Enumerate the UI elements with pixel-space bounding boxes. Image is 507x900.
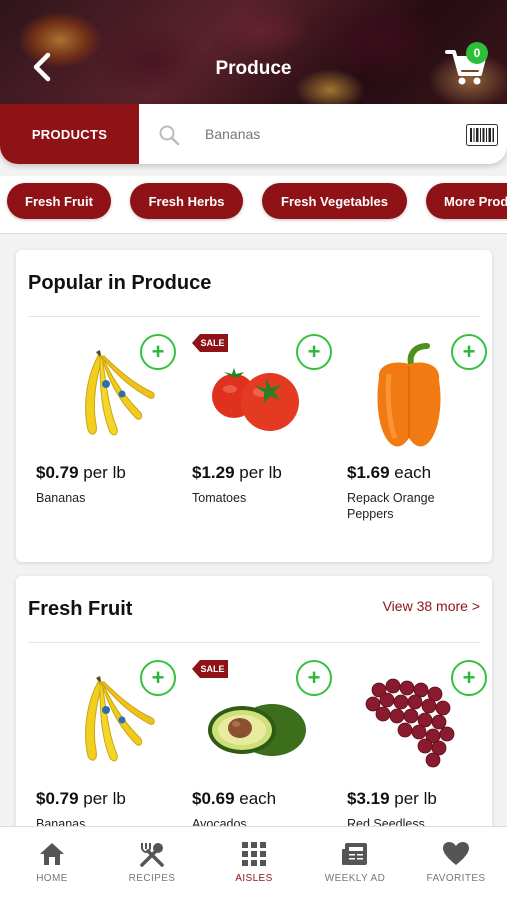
cart-count-badge: 0: [466, 42, 488, 64]
product-tile[interactable]: + $0.79 per lb Bananas: [30, 330, 180, 520]
product-tile[interactable]: + $0.79 per lb Bananas: [30, 656, 180, 846]
product-price: $0.69 each: [192, 789, 277, 808]
product-name: Repack Orange Peppers: [347, 491, 435, 521]
product-name: Bananas: [36, 491, 86, 505]
home-icon: [40, 843, 64, 865]
products-tab[interactable]: PRODUCTS: [0, 104, 139, 164]
product-price: $1.69 each: [347, 463, 432, 482]
divider: [28, 642, 480, 643]
add-to-cart-button[interactable]: +: [296, 334, 332, 370]
product-price: $0.79 per lb: [36, 463, 126, 482]
nav-home[interactable]: HOME: [7, 841, 97, 891]
add-to-cart-button[interactable]: +: [140, 334, 176, 370]
nav-recipes[interactable]: RECIPES: [107, 841, 197, 891]
product-price: $3.19 per lb: [347, 789, 437, 808]
chip-fresh-herbs[interactable]: Fresh Herbs: [130, 183, 243, 219]
product-price: $1.29 per lb: [192, 463, 282, 482]
search-bar: PRODUCTS: [0, 104, 507, 164]
product-price: $0.79 per lb: [36, 789, 126, 808]
nav-label: AISLES: [235, 873, 273, 884]
nav-favorites[interactable]: FAVORITES: [411, 841, 501, 891]
nav-label: FAVORITES: [426, 873, 486, 884]
add-to-cart-button[interactable]: +: [140, 660, 176, 696]
grid-icon: [242, 842, 266, 866]
nav-label: WEEKLY AD: [324, 873, 386, 884]
add-to-cart-button[interactable]: +: [451, 660, 487, 696]
popular-card: Popular in Produce + $0.79 per lb Banana…: [16, 250, 492, 562]
product-tile[interactable]: + $1.69 each Repack Orange Peppers: [341, 330, 491, 521]
bottom-nav: HOME RECIPES AISLES WEEKLY AD FAVORITES: [0, 826, 507, 900]
nav-label: HOME: [36, 873, 68, 884]
section-title: Fresh Fruit: [28, 598, 133, 620]
search-icon: [159, 125, 180, 146]
view-more-link[interactable]: View 38 more >: [383, 598, 480, 614]
newspaper-icon: [342, 843, 367, 865]
product-name: Tomatoes: [192, 491, 247, 505]
chip-fresh-vegetables[interactable]: Fresh Vegetables: [262, 183, 407, 219]
nav-aisles[interactable]: AISLES: [209, 841, 299, 891]
add-to-cart-button[interactable]: +: [451, 334, 487, 370]
chip-more-produce[interactable]: More Produce: [426, 183, 507, 219]
nav-weekly-ad[interactable]: WEEKLY AD: [310, 841, 400, 891]
product-tile[interactable]: + $3.19 per lb Red Seedless: [341, 656, 491, 846]
divider: [28, 316, 480, 317]
barcode-scan-icon[interactable]: [466, 124, 498, 146]
page-title: Produce: [215, 58, 292, 79]
section-title: Popular in Produce: [28, 272, 212, 294]
heart-icon: [443, 842, 469, 865]
nav-label: RECIPES: [128, 873, 176, 884]
chip-fresh-fruit[interactable]: Fresh Fruit: [7, 183, 111, 219]
add-to-cart-button[interactable]: +: [296, 660, 332, 696]
category-chips: Fresh Fruit Fresh Herbs Fresh Vegetables…: [0, 176, 507, 234]
product-tile[interactable]: SALE + $1.29 per lb Tomatoes: [186, 330, 336, 520]
utensils-icon: [140, 843, 164, 867]
search-input[interactable]: [195, 118, 445, 150]
product-tile[interactable]: SALE + $0.69 each Avocados: [186, 656, 336, 846]
